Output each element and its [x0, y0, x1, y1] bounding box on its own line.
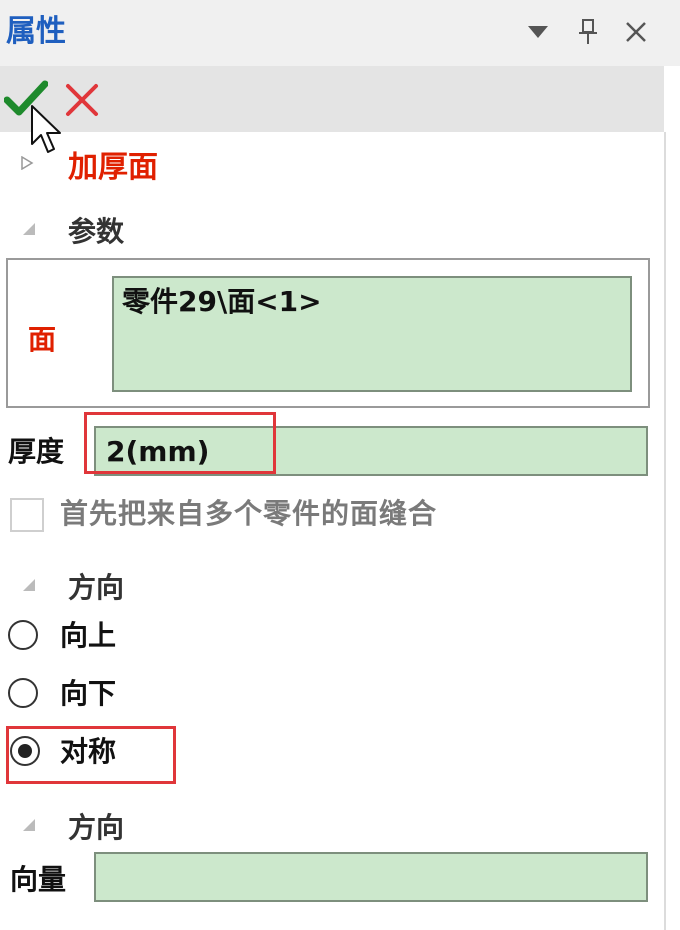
triangle-down-icon	[528, 26, 548, 38]
direction-up-radio[interactable]	[8, 620, 38, 650]
direction-vector-header: 方向	[68, 811, 125, 844]
stitch-faces-label: 首先把来自多个零件的面缝合	[60, 497, 438, 530]
vector-input[interactable]	[94, 852, 648, 902]
collapse-triangle-icon[interactable]	[22, 818, 36, 832]
cross-icon	[66, 84, 98, 116]
face-list-item[interactable]: 零件29\面<1>	[122, 284, 322, 320]
cancel-button[interactable]	[62, 80, 102, 120]
collapse-triangle-icon[interactable]	[22, 222, 36, 236]
thickness-label: 厚度	[8, 435, 65, 468]
collapse-triangle-icon[interactable]	[22, 578, 36, 592]
panel-right-border	[664, 132, 666, 930]
pin-icon	[579, 19, 597, 44]
ok-button[interactable]	[3, 78, 49, 122]
stitch-faces-checkbox[interactable]	[10, 498, 44, 532]
panel-close-button[interactable]	[618, 14, 654, 50]
face-label: 面	[28, 323, 57, 356]
panel-dropdown-button[interactable]	[520, 14, 556, 50]
symmetric-highlight-box	[6, 726, 176, 784]
expand-triangle-icon[interactable]	[20, 156, 34, 170]
feature-title: 加厚面	[68, 150, 158, 185]
panel-pin-button[interactable]	[570, 14, 606, 50]
direction-up-label[interactable]: 向上	[60, 618, 116, 654]
thickness-highlight-box	[84, 412, 276, 474]
parameters-header: 参数	[68, 215, 125, 248]
close-icon	[626, 22, 646, 42]
direction-down-label[interactable]: 向下	[60, 676, 116, 712]
panel-title: 属性	[6, 14, 66, 49]
vector-label: 向量	[10, 863, 67, 896]
direction-header: 方向	[68, 571, 125, 604]
direction-down-radio[interactable]	[8, 678, 38, 708]
checkmark-icon	[3, 80, 49, 116]
